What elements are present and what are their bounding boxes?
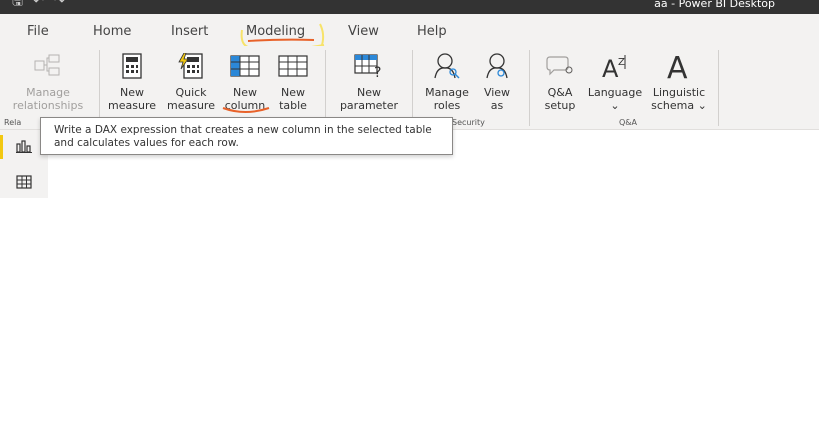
manage-relationships-button[interactable]: Manage relationships (6, 46, 90, 112)
quick-calculator-icon (178, 46, 204, 86)
window-title: aa - Power BI Desktop (654, 0, 775, 10)
ribbon-separator (99, 50, 100, 126)
view-as-label: View as (483, 86, 511, 112)
language-icon: A Z (600, 46, 630, 86)
tab-file[interactable]: File (27, 24, 49, 39)
data-view-icon (16, 175, 32, 189)
qa-setup-button[interactable]: Q&A setup (538, 46, 582, 112)
title-bar: 🖫 ↶ ↷ aa - Power BI Desktop (0, 0, 819, 14)
annotation-underline (222, 107, 270, 113)
ribbon-separator (529, 50, 530, 126)
linguistic-schema-label: Linguistic schema ⌄ (651, 86, 707, 112)
new-measure-button[interactable]: New measure (108, 46, 156, 112)
svg-text:A: A (667, 51, 688, 82)
manage-relationships-label: Manage relationships (12, 86, 84, 112)
language-button[interactable]: A Z Language ⌄ (585, 46, 645, 112)
svg-text:A: A (602, 55, 619, 81)
group-label-qa: Q&A (619, 118, 638, 127)
svg-text:?: ? (374, 65, 381, 78)
linguistic-schema-icon: A (664, 46, 694, 86)
save-icon[interactable]: 🖫 (12, 0, 23, 9)
manage-roles-label: Manage roles (425, 86, 469, 112)
new-table-label: New table (279, 86, 307, 112)
relationships-icon (33, 46, 63, 86)
new-table-icon (278, 46, 308, 86)
new-parameter-button[interactable]: ? New parameter (334, 46, 404, 112)
manage-roles-icon (433, 46, 461, 86)
linguistic-schema-button[interactable]: A Linguistic schema ⌄ (648, 46, 710, 112)
undo-icon[interactable]: ↶ (33, 0, 44, 9)
ribbon-separator (718, 50, 719, 126)
new-column-tooltip: Write a DAX expression that creates a ne… (40, 117, 453, 155)
report-view-icon (16, 140, 32, 153)
menu-bar: File Home Insert Modeling View Help (0, 14, 819, 51)
tab-view[interactable]: View (348, 24, 379, 39)
qa-setup-icon (545, 46, 575, 86)
quick-measure-button[interactable]: Quick measure (165, 46, 217, 112)
tooltip-text: Write a DAX expression that creates a ne… (54, 124, 432, 149)
redo-icon[interactable]: ↷ (54, 0, 65, 9)
ribbon-separator (412, 50, 413, 126)
quick-measure-label: Quick measure (167, 86, 215, 112)
manage-roles-button[interactable]: Manage roles (420, 46, 474, 112)
calculator-icon (121, 46, 143, 86)
new-measure-label: New measure (108, 86, 156, 112)
language-label: Language ⌄ (587, 86, 643, 112)
svg-text:Z: Z (618, 57, 625, 68)
new-parameter-label: New parameter (339, 86, 399, 112)
quick-access-toolbar: 🖫 ↶ ↷ (12, 0, 65, 9)
new-column-icon (230, 46, 260, 86)
group-label-security: Security (452, 118, 485, 127)
data-view-button[interactable] (0, 167, 48, 197)
view-as-icon (483, 46, 511, 86)
qa-setup-label: Q&A setup (544, 86, 576, 112)
group-label-relationships: Rela (4, 118, 22, 127)
parameter-icon: ? (354, 46, 384, 86)
tab-insert[interactable]: Insert (171, 24, 208, 39)
new-column-button[interactable]: New column (221, 46, 270, 113)
new-table-button[interactable]: New table (272, 46, 314, 112)
view-as-button[interactable]: View as (477, 46, 517, 112)
ribbon-separator (325, 50, 326, 126)
tab-help[interactable]: Help (417, 24, 447, 39)
tab-home[interactable]: Home (93, 24, 131, 39)
active-indicator (0, 135, 3, 159)
view-rail (0, 130, 48, 430)
